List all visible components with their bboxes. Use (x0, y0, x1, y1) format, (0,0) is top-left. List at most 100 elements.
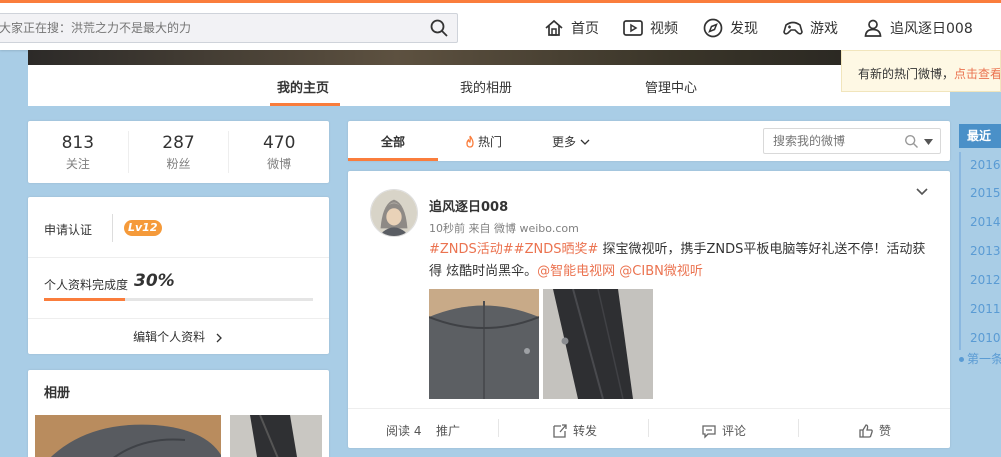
edit-profile-label: 编辑个人资料 (133, 330, 206, 344)
user-icon (864, 19, 882, 37)
post-meta: 10秒前 来自 微博 weibo.com (429, 222, 579, 235)
timeline-year-2014[interactable]: 2014 (959, 209, 1001, 238)
chevron-down-icon[interactable] (915, 185, 929, 199)
feed-tab-more[interactable]: 更多 (552, 133, 590, 150)
divider (112, 214, 113, 242)
timeline-year-2011[interactable]: 2011 (959, 296, 1001, 325)
timeline-first-post[interactable]: 第一条 (959, 350, 1001, 367)
post-text: #ZNDS活动##ZNDS晒奖# 探宝微视听，携手ZNDS平板电脑等好礼送不停！… (429, 239, 934, 283)
flame-icon (466, 135, 474, 148)
stat-following-label: 关注 (65, 157, 90, 171)
post-topic-link[interactable]: #ZNDS活动##ZNDS晒奖# (429, 242, 598, 257)
nav-user[interactable]: 追风逐日008 (862, 17, 973, 39)
tab-my-album[interactable]: 我的相册 (460, 77, 512, 96)
stat-weibo-num: 470 (262, 133, 296, 153)
feed-tab-hot-label: 热门 (478, 135, 503, 149)
caret-down-icon[interactable] (924, 139, 933, 145)
feed-search-input[interactable] (764, 129, 899, 153)
post-username[interactable]: 追风逐日008 (429, 196, 508, 215)
like-button[interactable]: 赞 (858, 422, 891, 439)
album-title: 相册 (44, 386, 71, 401)
divider (648, 419, 649, 437)
album-card: 相册 (28, 370, 329, 457)
timeline-year-2015[interactable]: 2015 (959, 180, 1001, 209)
search-icon[interactable] (429, 18, 449, 38)
chevron-right-icon (216, 333, 222, 342)
weibo-post: 追风逐日008 10秒前 来自 微博 weibo.com #ZNDS活动##ZN… (348, 171, 950, 448)
nav-user-label: 追风逐日008 (890, 21, 973, 37)
divider (798, 419, 799, 437)
divider (498, 419, 499, 437)
divider (28, 318, 329, 319)
tab-my-home[interactable]: 我的主页 (277, 77, 329, 96)
like-label: 赞 (879, 424, 892, 438)
repost-label: 转发 (573, 424, 598, 438)
timeline-dot (959, 357, 964, 362)
video-icon (623, 20, 643, 36)
notice-link[interactable]: 点击查看 (954, 67, 1000, 81)
profile-completion-value: 30% (134, 271, 175, 291)
tab-manage-center[interactable]: 管理中心 (645, 77, 697, 96)
feed-search-box[interactable] (763, 128, 941, 154)
mention-link-1[interactable]: @智能电视网 (537, 264, 615, 279)
feed-tab-all[interactable]: 全部 (381, 133, 405, 150)
post-image-2[interactable] (543, 289, 653, 399)
comment-label: 评论 (722, 424, 747, 438)
feed-tab-hot[interactable]: 热门 (464, 133, 502, 150)
level-badge[interactable]: Lv12 (124, 220, 162, 236)
hot-weibo-notice: 有新的热门微博，点击查看 (841, 50, 1001, 92)
divider (28, 257, 329, 258)
nav-discover[interactable]: 发现 (702, 17, 758, 39)
search-input[interactable] (0, 14, 419, 42)
nav-home[interactable]: 首页 (543, 17, 599, 39)
search-box[interactable] (0, 13, 458, 43)
stat-following[interactable]: 813 关注 (28, 131, 129, 173)
thumbs-up-icon (859, 423, 873, 438)
active-feed-tab-indicator (348, 158, 438, 161)
stat-fans-label: 粉丝 (166, 157, 191, 171)
stat-fans[interactable]: 287 粉丝 (129, 131, 230, 173)
apply-verify-link[interactable]: 申请认证 (44, 221, 92, 238)
search-icon[interactable] (904, 134, 919, 149)
gamepad-icon (783, 21, 803, 35)
repost-button[interactable]: 转发 (552, 422, 597, 439)
timeline-year-2010[interactable]: 2010 (959, 325, 1001, 350)
avatar[interactable] (370, 189, 418, 237)
profile-completion-label: 个人资料完成度 (44, 278, 129, 292)
album-photo-1[interactable] (35, 415, 221, 457)
stat-fans-num: 287 (162, 133, 195, 153)
timeline-year-2013[interactable]: 2013 (959, 238, 1001, 267)
home-icon (545, 19, 563, 36)
edit-profile-link[interactable]: 编辑个人资料 (28, 328, 329, 345)
notice-text: 有新的热门微博， (858, 67, 955, 81)
mention-link-2[interactable]: @CIBN微视听 (619, 264, 703, 279)
stat-weibo-label: 微博 (267, 157, 292, 171)
post-image-1[interactable] (429, 289, 539, 399)
album-photo-2[interactable] (230, 415, 322, 457)
verify-card: 申请认证 Lv12 个人资料完成度 30% 编辑个人资料 (28, 197, 329, 354)
timeline-year-2012[interactable]: 2012 (959, 267, 1001, 296)
nav-games[interactable]: 游戏 (782, 17, 838, 39)
promote-button[interactable]: 推广 (436, 422, 460, 439)
feed-tabs-card: 全部 热门 更多 (348, 121, 950, 161)
comment-icon (702, 424, 716, 439)
nav-video-label: 视频 (650, 21, 678, 37)
timeline-recent[interactable]: 最近 (959, 124, 1001, 148)
stat-following-num: 813 (61, 133, 95, 153)
profile-completion-fill (44, 298, 125, 301)
post-footer: 阅读 4 推广 转发 评论 赞 (348, 408, 950, 448)
comment-button[interactable]: 评论 (701, 422, 746, 439)
share-icon (553, 423, 567, 438)
top-nav-bar: 首页 视频 发现 游戏 追风逐日008 (0, 0, 1001, 50)
timeline-year-2016[interactable]: 2016 (959, 152, 1001, 180)
profile-completion-bar (44, 298, 313, 301)
profile-tabs: 我的主页 我的相册 管理中心 (28, 65, 950, 106)
stats-card: 813 关注 287 粉丝 470 微博 (28, 121, 329, 183)
nav-video[interactable]: 视频 (622, 17, 678, 39)
compass-icon (703, 18, 723, 38)
nav-games-label: 游戏 (810, 21, 838, 37)
timeline-first-post-label: 第一条 (967, 352, 1001, 366)
stat-weibo[interactable]: 470 微博 (229, 131, 329, 173)
profile-cover (28, 50, 950, 65)
nav-discover-label: 发现 (730, 21, 758, 37)
